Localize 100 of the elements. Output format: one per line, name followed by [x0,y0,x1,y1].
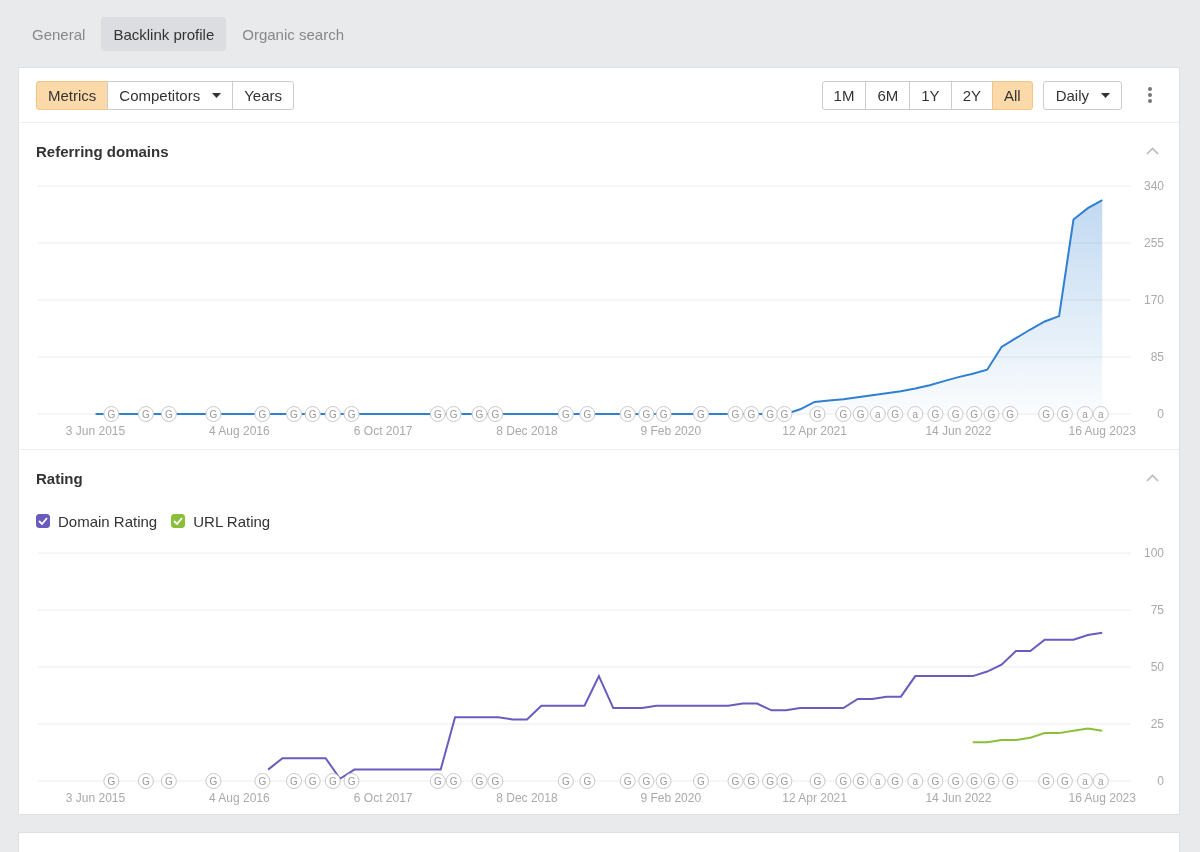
axis-label: 3 Jun 2015 [65,791,126,805]
update-marker: G [254,406,271,422]
legend-label: URL Rating [193,512,271,530]
update-marker: G [852,406,869,422]
update-marker: G [557,406,574,422]
range-button[interactable]: 1M [821,80,867,110]
update-marker: G [947,773,964,789]
update-marker: G [1056,773,1073,789]
section-title: Referring domains [36,142,169,160]
update-marker: G [947,406,964,422]
update-marker: a [869,773,886,789]
update-marker: G [205,773,222,789]
update-marker: G [304,773,321,789]
update-marker: G [254,773,271,789]
tab[interactable]: Backlink profile [101,17,227,51]
update-marker: G [429,406,446,422]
update-marker: G [103,773,120,789]
view-button[interactable]: Years [232,80,294,110]
update-marker: G [205,406,222,422]
range-button[interactable]: 6M [865,80,911,110]
checkbox[interactable] [36,514,50,528]
collapse-icon[interactable] [1146,474,1159,482]
update-marker: a [1092,406,1109,422]
range-button[interactable]: 2Y [950,80,993,110]
update-marker: G [445,773,462,789]
update-marker: G [638,773,655,789]
update-marker: a [1077,406,1093,422]
update-marker: G [160,406,177,422]
update-marker: G [343,773,360,789]
update-marker: G [471,406,488,422]
update-marker: a [869,406,886,422]
axis-label: 14 Jun 2022 [925,424,992,438]
update-marker: G [487,773,504,789]
update-marker: G [966,773,983,789]
update-marker: G [809,406,826,422]
axis-label: 14 Jun 2022 [925,791,992,805]
view-button[interactable]: Metrics [36,80,109,110]
update-marker: G [852,773,869,789]
interval-dropdown[interactable]: Daily [1042,80,1122,110]
update-marker: G [927,406,944,422]
axis-label: 16 Aug 2023 [1068,424,1136,438]
update-marker: G [1056,406,1073,422]
update-marker: G [1002,773,1019,789]
axis-label: 16 Aug 2023 [1068,791,1136,805]
axis-label: 8 Dec 2018 [496,791,558,805]
update-marker: a [907,406,924,422]
update-marker: G [983,406,1000,422]
range-button[interactable]: 1Y [909,80,952,110]
update-marker: G [160,773,177,789]
update-marker: G [887,773,904,789]
axis-label: 100 [1143,546,1164,560]
update-marker: G [429,773,446,789]
update-marker: G [835,406,852,422]
view-dropdown[interactable]: Competitors [107,80,234,110]
update-marker: G [835,773,852,789]
collapse-icon[interactable] [1146,147,1159,155]
update-marker: G [137,773,154,789]
update-marker: G [776,773,793,789]
update-marker: G [324,773,341,789]
update-marker: G [762,773,778,789]
update-marker: G [887,406,904,422]
axis-label: 75 [1150,603,1164,617]
update-marker: G [693,773,709,789]
range-button[interactable]: All [992,80,1033,110]
axis-label: 0 [1157,407,1164,421]
axis-label: 6 Oct 2017 [353,424,413,438]
update-marker: G [619,773,636,789]
update-marker: G [727,406,744,422]
update-marker: G [743,773,760,789]
legend-label: Domain Rating [58,512,158,530]
axis-label: 6 Oct 2017 [353,791,413,805]
axis-label: 12 Apr 2021 [782,424,847,438]
update-marker: G [776,406,793,422]
update-marker: G [983,773,1000,789]
update-marker: G [693,406,709,422]
update-marker: a [1077,773,1093,789]
update-marker: G [304,406,321,422]
update-marker: G [324,406,341,422]
axis-label: 9 Feb 2020 [640,424,702,438]
update-marker: G [557,773,574,789]
axis-label: 50 [1150,660,1164,674]
update-marker: G [343,406,360,422]
update-marker: G [137,406,154,422]
axis-label: 0 [1157,774,1164,788]
update-marker: G [655,773,672,789]
update-marker: G [286,406,302,422]
axis-label: 4 Aug 2016 [208,791,270,805]
checkbox[interactable] [171,514,186,528]
update-marker: G [1038,406,1055,422]
axis-label: 3 Jun 2015 [65,424,126,438]
axis-label: 12 Apr 2021 [782,791,847,805]
update-marker: G [286,773,302,789]
axis-label: 255 [1143,236,1164,250]
update-marker: G [445,406,462,422]
update-marker: G [927,773,944,789]
update-marker: G [1002,406,1019,422]
axis-label: 170 [1143,293,1164,307]
more-icon[interactable] [1148,87,1152,103]
caret-icon [1101,92,1110,98]
update-marker: G [471,773,488,789]
